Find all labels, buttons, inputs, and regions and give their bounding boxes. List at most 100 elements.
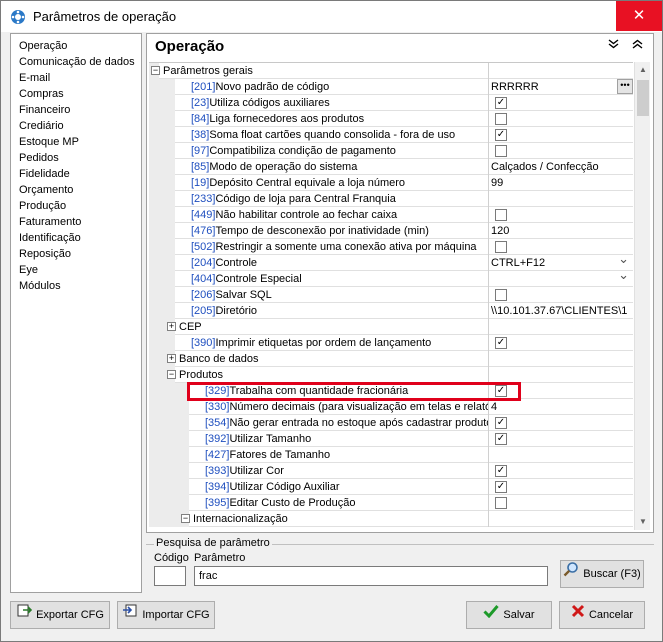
parameter-row[interactable]: [393]Utilizar Cor ✓: [149, 463, 633, 479]
parameter-checkbox[interactable]: [495, 145, 507, 157]
parameter-value-cell[interactable]: ✓: [489, 415, 633, 431]
nav-item[interactable]: Compras: [11, 86, 141, 102]
parameter-value-cell[interactable]: CTRL+F12 ⌄: [489, 255, 633, 271]
nav-item[interactable]: Estoque MP: [11, 134, 141, 150]
parameter-row[interactable]: [233]Código de loja para Central Franqui…: [149, 191, 633, 207]
parameter-checkbox[interactable]: ✓: [495, 385, 507, 397]
parameter-value-cell[interactable]: ✓: [489, 127, 633, 143]
nav-item[interactable]: Orçamento: [11, 182, 141, 198]
parameter-checkbox[interactable]: ✓: [495, 337, 507, 349]
parameter-checkbox[interactable]: [495, 289, 507, 301]
group-row[interactable]: − Parâmetros gerais: [149, 63, 633, 79]
parameter-value-cell[interactable]: [489, 111, 633, 127]
parameter-row[interactable]: [392]Utilizar Tamanho ✓: [149, 431, 633, 447]
parameter-value-cell[interactable]: [489, 447, 633, 463]
group-row[interactable]: − Produtos: [149, 367, 633, 383]
parameter-row[interactable]: [404]Controle Especial ⌄: [149, 271, 633, 287]
parameter-search-input[interactable]: frac: [194, 566, 548, 586]
nav-item[interactable]: Faturamento: [11, 214, 141, 230]
parameter-value-cell[interactable]: 4: [489, 399, 633, 415]
group-row[interactable]: + Banco de dados: [149, 351, 633, 367]
parameter-row[interactable]: [395]Editar Custo de Produção: [149, 495, 633, 511]
parameter-value-cell[interactable]: ✓: [489, 335, 633, 351]
nav-item[interactable]: Módulos: [11, 278, 141, 294]
chevron-down-icon[interactable]: ⌄: [618, 271, 629, 283]
code-search-input[interactable]: [154, 566, 186, 586]
parameter-row[interactable]: [449]Não habilitar controle ao fechar ca…: [149, 207, 633, 223]
parameter-checkbox[interactable]: ✓: [495, 417, 507, 429]
chevron-down-icon[interactable]: ⌄: [618, 255, 629, 267]
grid-vertical-scrollbar[interactable]: ▲ ▼: [634, 62, 650, 530]
parameter-row[interactable]: [85]Modo de operação do sistema Calçados …: [149, 159, 633, 175]
parameter-row[interactable]: [427]Fatores de Tamanho: [149, 447, 633, 463]
parameter-row[interactable]: [329]Trabalha com quantidade fracionária…: [149, 383, 633, 399]
expand-all-button[interactable]: [605, 38, 621, 54]
parameter-value-cell[interactable]: ✓: [489, 95, 633, 111]
parameter-value-cell[interactable]: 99: [489, 175, 633, 191]
close-window-button[interactable]: ✕: [616, 1, 662, 31]
parameter-value-cell[interactable]: [489, 143, 633, 159]
parameter-row[interactable]: [354]Não gerar entrada no estoque após c…: [149, 415, 633, 431]
parameter-checkbox[interactable]: ✓: [495, 433, 507, 445]
collapse-all-button[interactable]: [629, 38, 645, 54]
scroll-up-icon[interactable]: ▲: [635, 62, 651, 78]
import-cfg-button[interactable]: Importar CFG: [117, 601, 215, 629]
save-button[interactable]: Salvar: [466, 601, 552, 629]
parameter-value-cell[interactable]: RRRRRR •••: [489, 79, 633, 95]
parameter-value-cell[interactable]: ⌄: [489, 271, 633, 287]
nav-item[interactable]: Operação: [11, 38, 141, 54]
parameter-checkbox[interactable]: ✓: [495, 97, 507, 109]
nav-item[interactable]: Financeiro: [11, 102, 141, 118]
parameter-value-cell[interactable]: [489, 287, 633, 303]
parameter-value-cell[interactable]: ✓: [489, 431, 633, 447]
nav-item[interactable]: Fidelidade: [11, 166, 141, 182]
parameter-checkbox[interactable]: ✓: [495, 481, 507, 493]
nav-item[interactable]: Identificação: [11, 230, 141, 246]
parameter-checkbox[interactable]: [495, 497, 507, 509]
parameter-value-cell[interactable]: ✓: [489, 479, 633, 495]
search-button[interactable]: Buscar (F3): [560, 560, 644, 588]
nav-item[interactable]: E-mail: [11, 70, 141, 86]
parameter-value-cell[interactable]: Calçados / Confecção: [489, 159, 633, 175]
nav-item[interactable]: Comunicação de dados: [11, 54, 141, 70]
parameter-row[interactable]: [204]Controle CTRL+F12 ⌄: [149, 255, 633, 271]
parameter-value-cell[interactable]: \\10.101.37.67\CLIENTES\1: [489, 303, 633, 319]
parameter-row[interactable]: [502]Restringir a somente uma conexão at…: [149, 239, 633, 255]
group-row[interactable]: − Internacionalização: [149, 511, 633, 527]
parameter-checkbox[interactable]: [495, 241, 507, 253]
parameter-value-cell[interactable]: ✓: [489, 463, 633, 479]
parameter-row[interactable]: [201]Novo padrão de código RRRRRR •••: [149, 79, 633, 95]
parameter-value-cell[interactable]: 120: [489, 223, 633, 239]
nav-item[interactable]: Reposição: [11, 246, 141, 262]
parameter-value-cell[interactable]: [489, 191, 633, 207]
parameter-row[interactable]: [390]Imprimir etiquetas por ordem de lan…: [149, 335, 633, 351]
parameter-checkbox[interactable]: [495, 113, 507, 125]
group-row[interactable]: + CEP: [149, 319, 633, 335]
nav-item[interactable]: Produção: [11, 198, 141, 214]
scroll-thumb[interactable]: [637, 80, 649, 116]
export-cfg-button[interactable]: Exportar CFG: [10, 601, 110, 629]
nav-item[interactable]: Pedidos: [11, 150, 141, 166]
parameter-row[interactable]: [394]Utilizar Código Auxiliar ✓: [149, 479, 633, 495]
parameter-checkbox[interactable]: ✓: [495, 465, 507, 477]
parameter-row[interactable]: [84]Liga fornecedores aos produtos: [149, 111, 633, 127]
parameter-row[interactable]: [38]Soma float cartões quando consolida …: [149, 127, 633, 143]
parameter-row[interactable]: [23]Utiliza códigos auxiliares ✓: [149, 95, 633, 111]
nav-item[interactable]: Crediário: [11, 118, 141, 134]
parameter-row[interactable]: [205]Diretório \\10.101.37.67\CLIENTES\1: [149, 303, 633, 319]
parameter-value-cell[interactable]: [489, 495, 633, 511]
nav-item[interactable]: Eye: [11, 262, 141, 278]
parameter-value-cell[interactable]: [489, 239, 633, 255]
parameter-checkbox[interactable]: [495, 209, 507, 221]
parameter-value-cell[interactable]: ✓: [489, 383, 633, 399]
ellipsis-button[interactable]: •••: [617, 79, 633, 94]
scroll-down-icon[interactable]: ▼: [635, 514, 651, 530]
parameter-row[interactable]: [476]Tempo de desconexão por inatividade…: [149, 223, 633, 239]
parameter-value-cell[interactable]: [489, 207, 633, 223]
parameter-row[interactable]: [97]Compatibiliza condição de pagamento: [149, 143, 633, 159]
parameter-row[interactable]: [19]Depósito Central equivale a loja núm…: [149, 175, 633, 191]
parameter-checkbox[interactable]: ✓: [495, 129, 507, 141]
parameter-row[interactable]: [330]Número decimais (para visualização …: [149, 399, 633, 415]
cancel-button[interactable]: Cancelar: [559, 601, 645, 629]
parameter-row[interactable]: [206]Salvar SQL: [149, 287, 633, 303]
